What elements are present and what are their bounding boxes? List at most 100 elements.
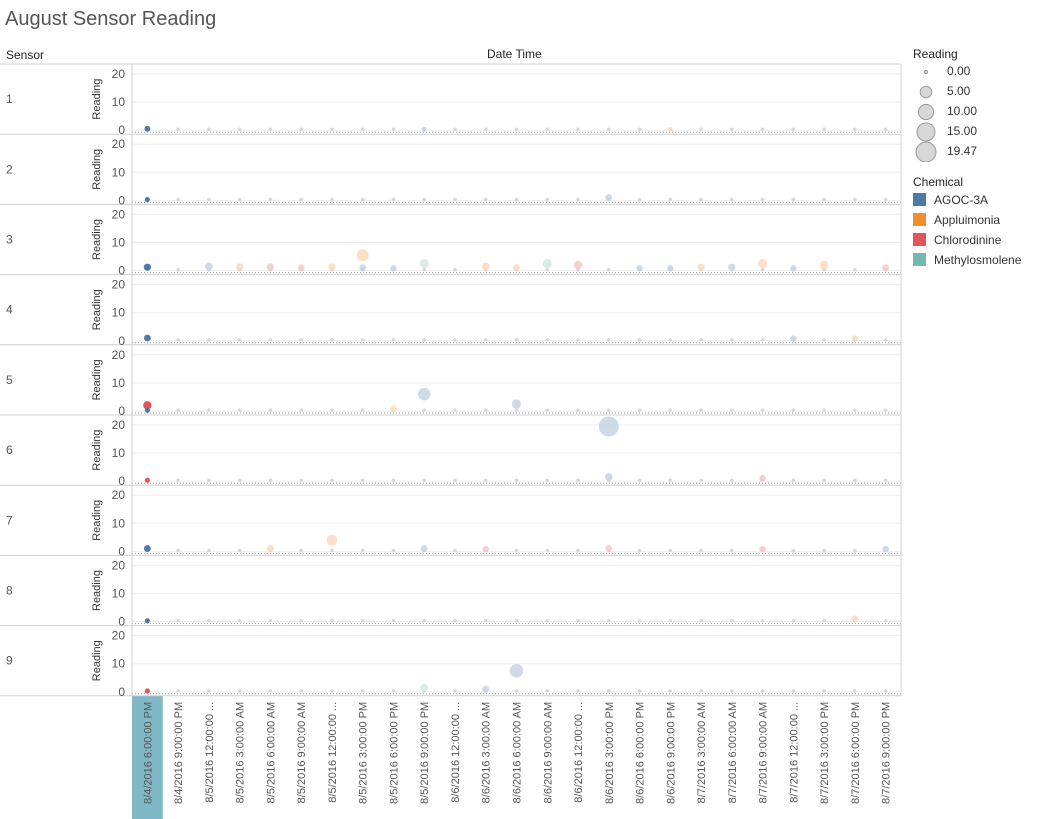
- x-tick-label: 8/7/2016 6:00:00 PM: [850, 702, 862, 804]
- x-tick-label: 8/6/2016 6:00:00 AM: [512, 702, 524, 804]
- minor-point: [453, 267, 457, 272]
- size-legend-circle: [915, 141, 937, 162]
- legend-swatch: [913, 253, 926, 266]
- size-legend-circle: [917, 103, 935, 121]
- minor-point: [699, 548, 703, 553]
- minor-point: [576, 408, 580, 412]
- minor-point: [730, 338, 734, 342]
- sensor-row-label: 6: [6, 443, 13, 457]
- minor-point: [760, 618, 765, 623]
- data-point: [509, 663, 524, 678]
- minor-point: [545, 478, 550, 483]
- minor-point: [606, 689, 611, 693]
- minor-point: [822, 478, 826, 483]
- minor-point: [176, 618, 180, 623]
- x-tick-label: 8/7/2016 3:00:00 PM: [819, 702, 831, 804]
- minor-point: [699, 197, 703, 202]
- x-tick-label: 8/7/2016 12:00:00 ...: [788, 702, 800, 803]
- size-legend-title: Reading: [913, 47, 958, 61]
- y-tick-label: 0: [118, 264, 125, 278]
- data-point: [667, 265, 674, 272]
- minor-point: [299, 478, 303, 483]
- minor-point: [699, 338, 703, 342]
- minor-point: [483, 197, 488, 202]
- y-tick-label: 10: [112, 587, 126, 601]
- minor-point: [453, 689, 457, 693]
- minor-point: [883, 689, 888, 693]
- minor-point: [576, 478, 580, 483]
- minor-point: [360, 127, 365, 132]
- minor-point: [360, 618, 365, 623]
- minor-point: [207, 548, 211, 553]
- data-point: [728, 263, 736, 271]
- x-tick-label: 8/5/2016 9:00:00 PM: [419, 702, 431, 804]
- y-axis-title: Reading: [91, 430, 103, 471]
- minor-point: [360, 689, 365, 693]
- minor-point: [791, 478, 796, 483]
- minor-point: [391, 618, 396, 623]
- minor-point: [299, 338, 303, 342]
- size-legend-symbols: [915, 70, 937, 162]
- data-point: [144, 197, 150, 203]
- x-tick-label: 8/6/2016 6:00:00 PM: [635, 702, 647, 804]
- minor-point: [299, 618, 303, 623]
- minor-point: [299, 127, 303, 132]
- minor-point: [637, 408, 642, 412]
- minor-point: [730, 197, 734, 202]
- minor-point: [268, 689, 273, 693]
- data-point: [759, 474, 767, 482]
- minor-point: [668, 338, 673, 342]
- minor-point: [422, 267, 427, 272]
- y-tick-label: 0: [118, 123, 125, 137]
- size-legend-circle: [916, 122, 936, 142]
- minor-point: [668, 408, 673, 412]
- minor-point: [699, 478, 703, 483]
- minor-point: [760, 408, 765, 412]
- minor-point: [760, 338, 765, 342]
- minor-point: [883, 408, 888, 412]
- minor-point: [730, 689, 734, 693]
- minor-point: [268, 478, 273, 483]
- minor-point: [330, 689, 334, 693]
- sensor-row-label: 7: [6, 513, 13, 527]
- x-tick-label: 8/6/2016 12:00:00 ...: [450, 702, 462, 803]
- x-tick-label: 8/6/2016 3:00:00 PM: [604, 702, 616, 804]
- size-legend-circle: [924, 70, 928, 74]
- data-point: [144, 688, 150, 694]
- data-point: [144, 477, 150, 483]
- minor-point: [360, 478, 365, 483]
- minor-point: [637, 338, 642, 342]
- data-point: [790, 265, 797, 272]
- y-tick-label: 20: [112, 558, 126, 572]
- legend-swatch: [913, 193, 926, 206]
- y-axis-title: Reading: [91, 149, 103, 190]
- y-tick-label: 20: [112, 418, 126, 432]
- sensor-scatter-chart: 01020Reading101020Reading201020Reading30…: [0, 63, 902, 819]
- data-point: [144, 407, 150, 413]
- y-tick-label: 10: [112, 236, 126, 250]
- minor-point: [330, 408, 334, 412]
- minor-point: [176, 689, 180, 693]
- data-point: [266, 545, 274, 553]
- minor-point: [730, 478, 734, 483]
- y-tick-label: 20: [112, 278, 126, 292]
- minor-point: [637, 127, 642, 132]
- minor-point: [760, 197, 765, 202]
- minor-point: [176, 338, 180, 342]
- minor-point: [576, 338, 580, 342]
- color-legend-title: Chemical: [913, 175, 964, 189]
- minor-point: [268, 127, 273, 132]
- minor-point: [483, 618, 488, 623]
- data-point: [759, 545, 766, 553]
- minor-point: [668, 618, 673, 623]
- minor-point: [330, 127, 334, 132]
- y-axis-title: Reading: [91, 500, 103, 541]
- minor-point: [883, 478, 888, 483]
- minor-point: [791, 548, 796, 553]
- minor-point: [176, 127, 180, 132]
- y-tick-label: 0: [118, 544, 125, 558]
- x-tick-label: 8/5/2016 6:00:00 PM: [388, 702, 400, 804]
- minor-point: [637, 689, 642, 693]
- minor-point: [422, 338, 427, 342]
- minor-point: [514, 548, 519, 553]
